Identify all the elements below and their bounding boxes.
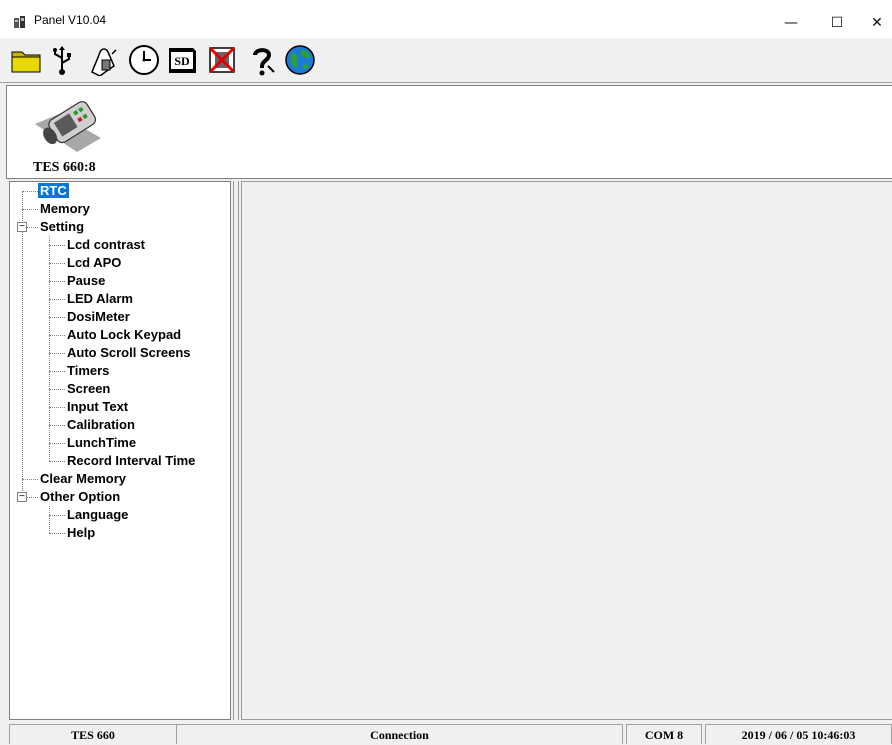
- tree-item-clear-memory[interactable]: Clear Memory: [40, 470, 126, 488]
- sd-card-icon: SD: [169, 48, 196, 73]
- tree-item-led-alarm[interactable]: LED Alarm: [67, 290, 133, 308]
- window-title: Panel V10.04: [34, 13, 107, 27]
- status-model: TES 660: [9, 724, 177, 744]
- tree-item-screen[interactable]: Screen: [67, 380, 110, 398]
- status-datetime: 2019 / 06 / 05 10:46:03: [705, 724, 892, 744]
- disconnect-button[interactable]: [206, 44, 238, 76]
- close-button[interactable]: ✕: [854, 8, 892, 38]
- tree-item-timers[interactable]: Timers: [67, 362, 109, 380]
- web-button[interactable]: [284, 44, 316, 76]
- tree-item-input-text[interactable]: Input Text: [67, 398, 128, 416]
- tree-item-other-option[interactable]: Other Option: [40, 488, 120, 506]
- navigation-tree[interactable]: RTC Memory − Setting Lcd contrast Lcd AP…: [9, 181, 231, 720]
- status-connection: Connection: [177, 724, 623, 744]
- device-panel: TES 660:8: [6, 85, 892, 179]
- device-name: TES 660:8: [33, 160, 96, 175]
- tree-item-pause[interactable]: Pause: [67, 272, 105, 290]
- setting-expander[interactable]: −: [17, 222, 27, 232]
- open-folder-button[interactable]: [10, 44, 42, 76]
- tree-item-language[interactable]: Language: [67, 506, 128, 524]
- panel-splitter[interactable]: [231, 181, 241, 720]
- tree-item-setting[interactable]: Setting: [40, 218, 84, 236]
- tree-item-help[interactable]: Help: [67, 524, 95, 542]
- tree-item-lcd-apo[interactable]: Lcd APO: [67, 254, 121, 272]
- tree-item-memory[interactable]: Memory: [40, 200, 90, 218]
- minimize-button[interactable]: —: [768, 8, 814, 38]
- device-crossed-icon: [208, 46, 236, 74]
- usb-icon: [53, 46, 71, 75]
- tree-item-auto-scroll-screens[interactable]: Auto Scroll Screens: [67, 344, 191, 362]
- tree-item-rtc[interactable]: RTC: [38, 182, 69, 200]
- tree-item-lcd-contrast[interactable]: Lcd contrast: [67, 236, 145, 254]
- device-connect-button[interactable]: [88, 44, 120, 76]
- tree-item-lunchtime[interactable]: LunchTime: [67, 434, 136, 452]
- other-option-expander[interactable]: −: [17, 492, 27, 502]
- sd-card-button[interactable]: SD: [166, 44, 198, 76]
- content-area: [241, 181, 892, 720]
- question-icon: [253, 48, 275, 76]
- help-button[interactable]: [246, 44, 278, 76]
- tree-item-calibration[interactable]: Calibration: [67, 416, 135, 434]
- toolbar: SD: [0, 38, 892, 83]
- clock-button[interactable]: [128, 44, 160, 76]
- usb-button[interactable]: [46, 44, 78, 76]
- tree-item-dosimeter[interactable]: DosiMeter: [67, 308, 130, 326]
- tree-item-record-interval-time[interactable]: Record Interval Time: [67, 452, 195, 470]
- sd-label: SD: [174, 54, 190, 68]
- folder-icon: [11, 51, 41, 73]
- clock-icon: [129, 45, 159, 75]
- globe-icon: [285, 45, 315, 75]
- app-icon: [14, 16, 25, 28]
- hand-device-icon: [91, 48, 117, 76]
- tree-item-auto-lock-keypad[interactable]: Auto Lock Keypad: [67, 326, 181, 344]
- meter-device-icon: [35, 101, 101, 152]
- title-bar: Panel V10.04 — ☐ ✕: [0, 0, 892, 39]
- status-port: COM 8: [626, 724, 702, 744]
- status-bar: TES 660 Connection COM 8 2019 / 06 / 05 …: [0, 722, 892, 744]
